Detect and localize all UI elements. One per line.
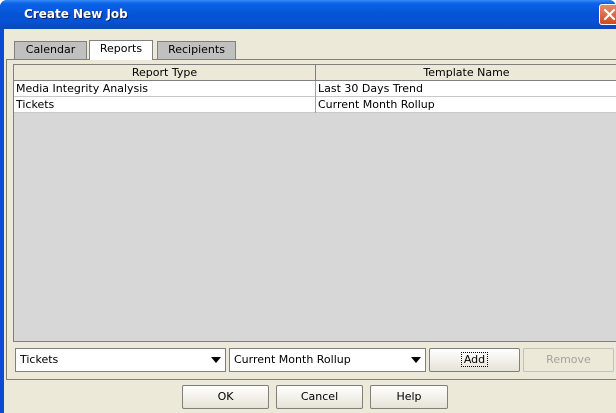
cancel-button[interactable]: Cancel [276, 385, 363, 409]
help-button[interactable]: Help [370, 385, 448, 409]
table-row[interactable]: Tickets Current Month Rollup [14, 97, 616, 113]
ok-button-label: OK [217, 390, 234, 403]
chevron-down-icon[interactable] [211, 357, 221, 363]
reports-table[interactable]: Report Type Template Name Media Integrit… [13, 64, 616, 342]
report-type-select-value: Tickets [20, 353, 59, 366]
column-header-report-type[interactable]: Report Type [14, 65, 316, 81]
template-name-cell: Last 30 Days Trend [318, 82, 423, 95]
chevron-down-icon[interactable] [411, 357, 421, 363]
tab-recipients-label: Recipients [168, 43, 225, 56]
cancel-button-label: Cancel [300, 390, 339, 403]
tab-reports[interactable]: Reports [89, 40, 153, 60]
template-name-select-value: Current Month Rollup [234, 353, 351, 366]
add-button[interactable]: Add [429, 348, 520, 372]
report-type-select[interactable]: Tickets [15, 348, 226, 372]
remove-button[interactable]: Remove [523, 348, 614, 372]
title-bar[interactable]: Create New Job [0, 0, 616, 29]
window-title: Create New Job [24, 7, 128, 21]
column-header-template-name[interactable]: Template Name [316, 65, 616, 81]
add-button-label: Add [460, 352, 489, 367]
template-name-cell: Current Month Rollup [318, 98, 435, 111]
ok-button[interactable]: OK [182, 385, 269, 409]
help-button-label: Help [396, 390, 422, 403]
tab-calendar[interactable]: Calendar [14, 41, 87, 59]
remove-button-label: Remove [546, 353, 591, 366]
close-icon[interactable] [599, 4, 616, 25]
tab-recipients[interactable]: Recipients [157, 41, 236, 59]
create-new-job-dialog: Create New Job Calendar Reports Recipien… [0, 0, 616, 413]
template-name-select[interactable]: Current Month Rollup [229, 348, 426, 372]
report-type-cell: Media Integrity Analysis [14, 81, 316, 97]
tab-reports-label: Reports [99, 42, 143, 55]
table-row[interactable]: Media Integrity Analysis Last 30 Days Tr… [14, 81, 616, 97]
report-type-cell: Tickets [14, 97, 316, 113]
tab-calendar-label: Calendar [25, 43, 76, 56]
